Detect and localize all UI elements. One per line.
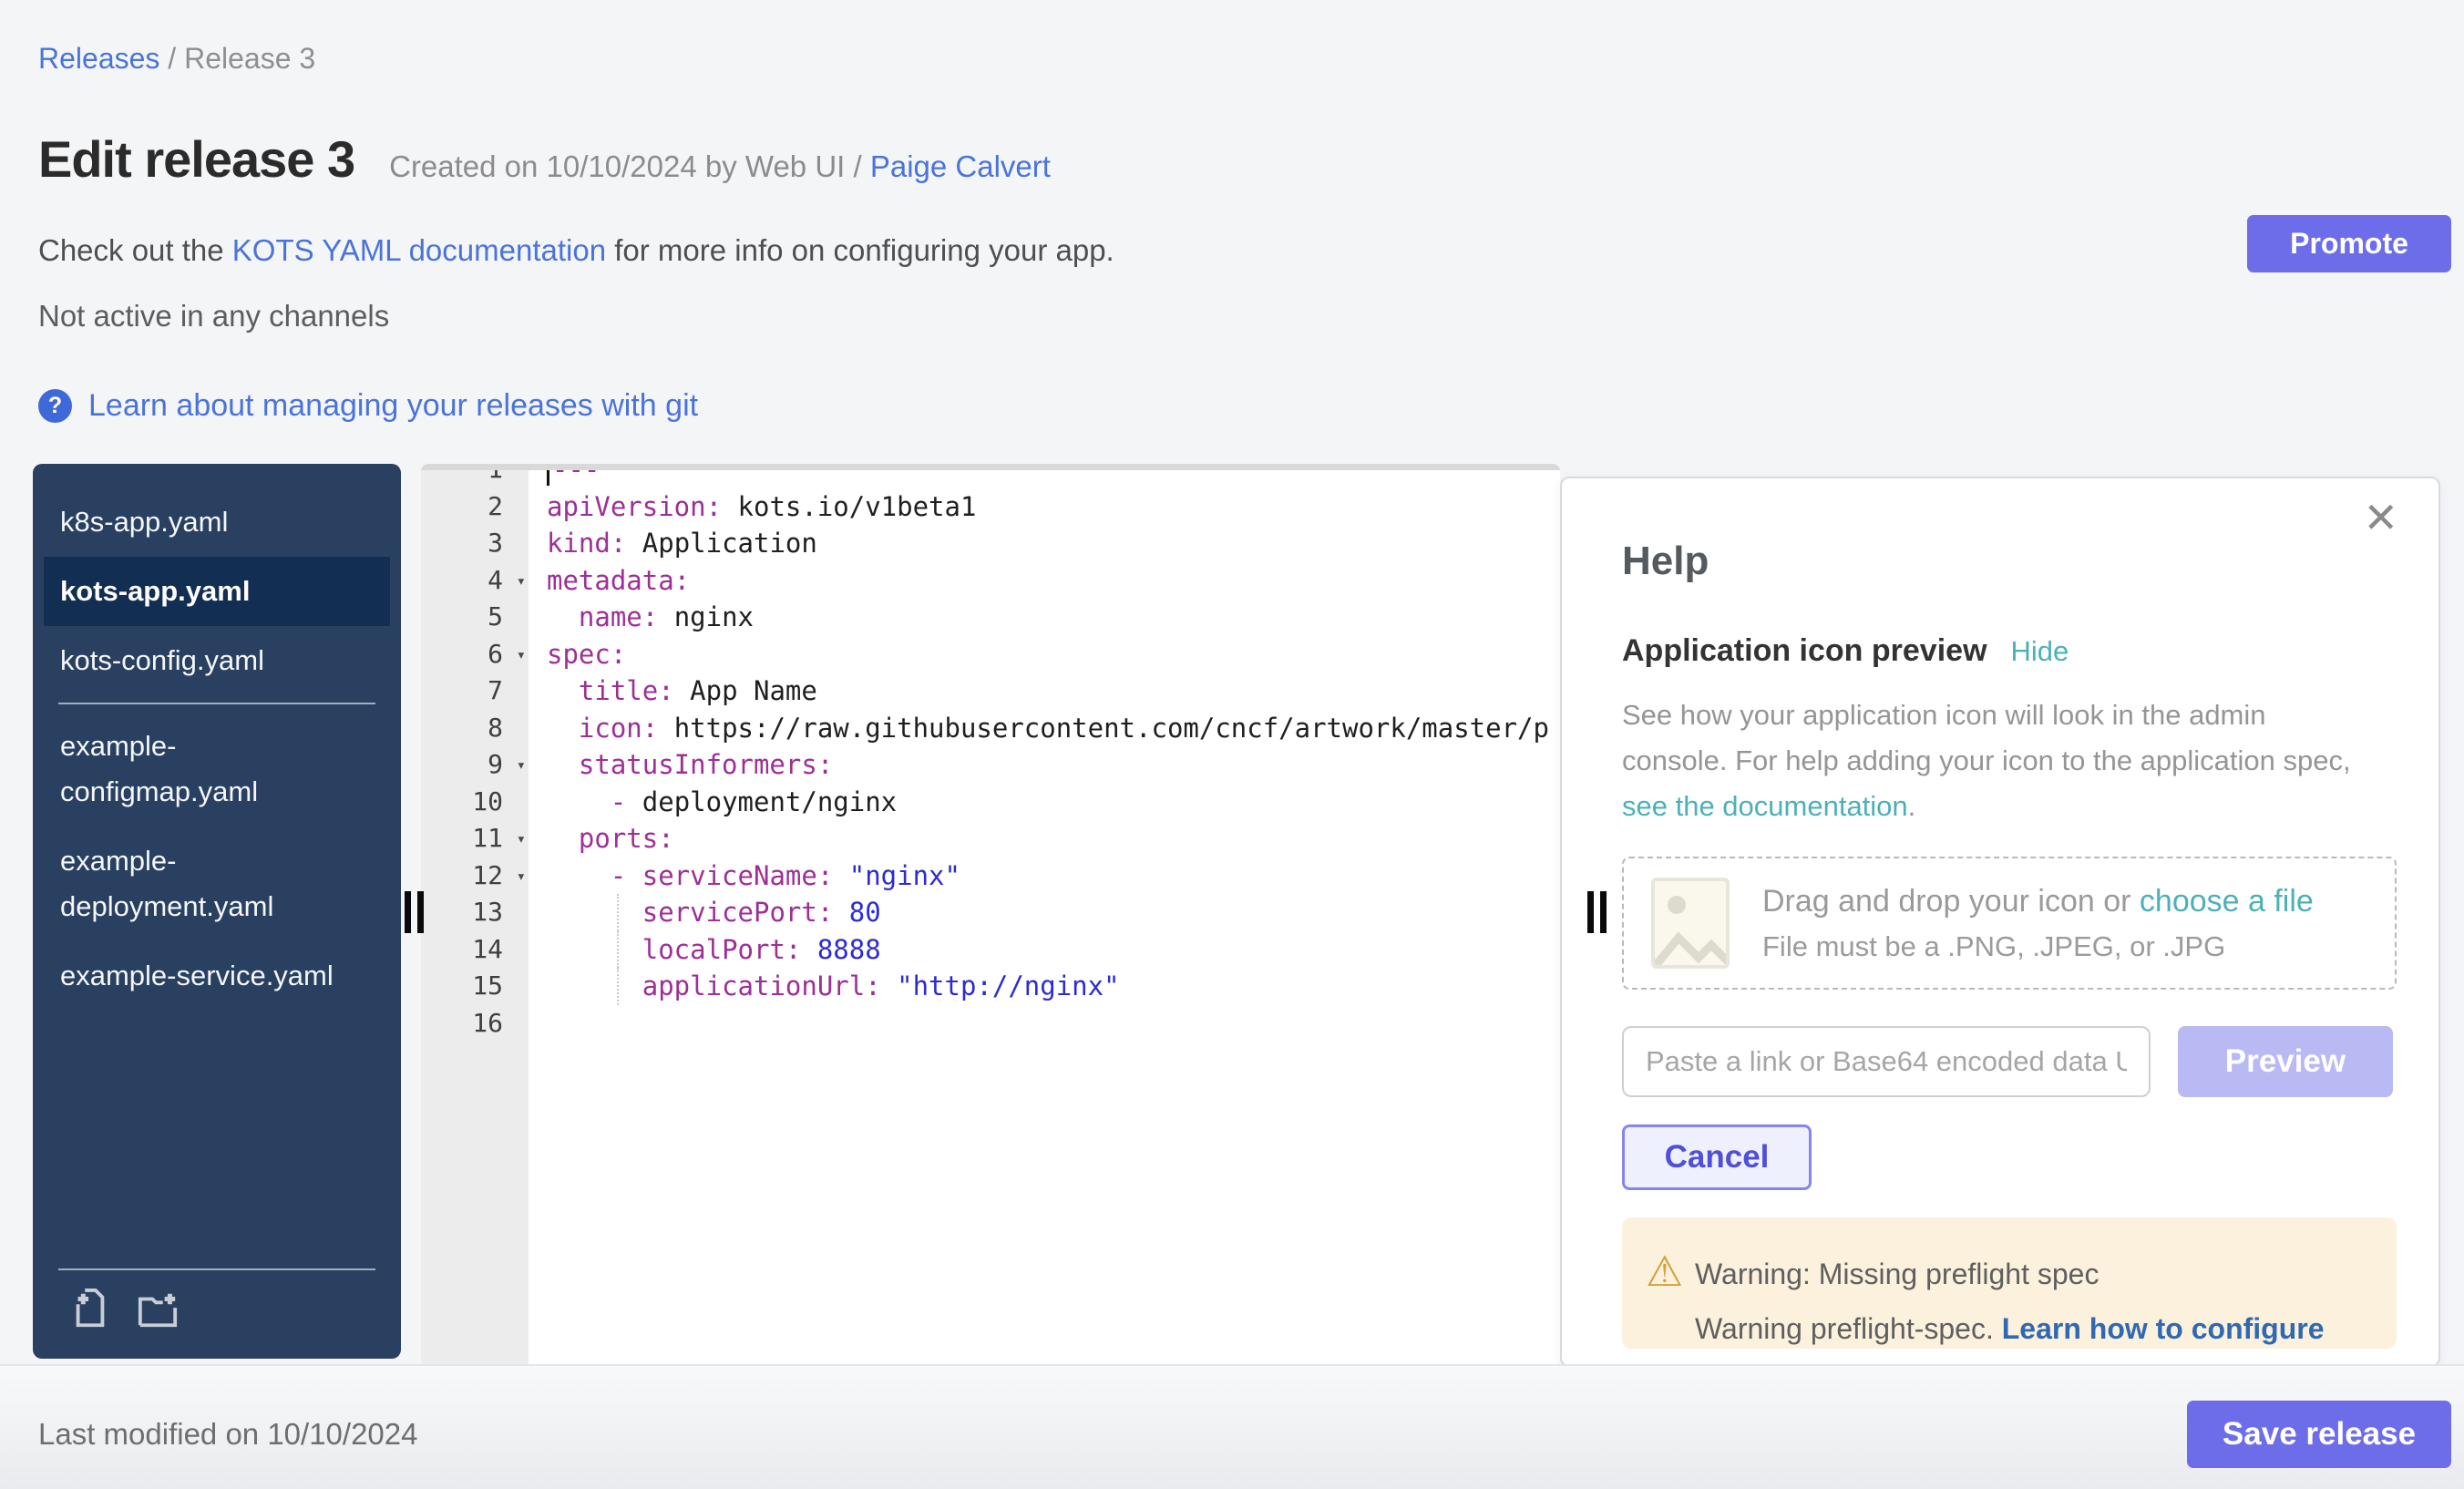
fold-arrow-icon[interactable]: ▾ [517,858,526,896]
code-line-3[interactable]: 3kind: Application [421,525,1560,562]
line-number: 8 [421,710,529,747]
fold-arrow-icon[interactable]: ▾ [517,821,526,858]
author-link[interactable]: Paige Calvert [870,149,1051,183]
breadcrumb-separator: / [159,42,184,75]
icon-dropzone[interactable]: Drag and drop your icon or choose a file… [1622,857,2397,990]
dropzone-instruction: Drag and drop your icon or choose a file [1762,884,2314,919]
warning-title: Warning: Missing preflight spec [1695,1258,2099,1291]
save-release-button[interactable]: Save release [2187,1401,2451,1468]
code-line-12[interactable]: 12▾ - serviceName: "nginx" [421,857,1560,895]
code-line-16[interactable]: 16 [421,1005,1560,1042]
code-line-9[interactable]: 9▾ statusInformers: [421,746,1560,784]
line-number: 11▾ [421,820,529,857]
hide-link[interactable]: Hide [2011,635,2069,668]
choose-file-link[interactable]: choose a file [2140,884,2314,919]
code-line-2[interactable]: 2apiVersion: kots.io/v1beta1 [421,488,1560,526]
line-number: 13 [421,894,529,931]
icon-url-input[interactable] [1622,1026,2151,1097]
created-meta: Created on 10/10/2024 by Web UI / Paige … [389,149,1051,184]
editor-top-strip [421,464,1560,470]
line-number: 12▾ [421,857,529,895]
add-file-icon[interactable] [69,1289,111,1335]
breadcrumb-current: Release 3 [184,42,315,75]
file-sidebar: k8s-app.yamlkots-app.yamlkots-config.yam… [33,464,401,1359]
channel-status: Not active in any channels [38,299,389,334]
code-line-8[interactable]: 8 icon: https://raw.githubusercontent.co… [421,710,1560,747]
release-editor-page: Releases / Release 3 Edit release 3 Crea… [0,0,2464,1489]
code-line-5[interactable]: 5 name: nginx [421,599,1560,636]
line-number: 3 [421,525,529,562]
warning-icon: ⚠ [1646,1250,1683,1292]
sidebar-resize-handle[interactable] [403,891,426,933]
code-line-6[interactable]: 6▾spec: [421,636,1560,673]
code-line-14[interactable]: 14 localPort: 8888 [421,931,1560,969]
line-number: 9▾ [421,746,529,784]
code-line-7[interactable]: 7 title: App Name [421,673,1560,710]
preflight-warning-box: ⚠ Warning: Missing preflight spec Warnin… [1622,1217,2397,1349]
doc-line: Check out the KOTS YAML documentation fo… [38,233,1114,268]
see-documentation-link[interactable]: see the documentation [1622,790,1908,822]
breadcrumb-releases-link[interactable]: Releases [38,42,159,75]
line-number: 2 [421,488,529,526]
help-panel: ✕ Help Application icon preview Hide See… [1560,477,2440,1367]
line-number: 4▾ [421,562,529,600]
icon-preview-section-title: Application icon preview [1622,633,1987,669]
code-line-4[interactable]: 4▾metadata: [421,562,1560,600]
promote-button[interactable]: Promote [2247,215,2451,272]
git-help-row: ? Learn about managing your releases wit… [38,388,698,424]
code-line-15[interactable]: 15 applicationUrl: "http://nginx" [421,968,1560,1005]
dropzone-filetypes: File must be a .PNG, .JPEG, or .JPG [1762,930,2314,963]
line-number: 6▾ [421,636,529,673]
code-line-13[interactable]: 13 servicePort: 80 [421,894,1560,931]
kots-yaml-doc-link[interactable]: KOTS YAML documentation [232,233,606,267]
image-placeholder-icon [1651,878,1730,969]
footer-bar: Last modified on 10/10/2024 Save release [0,1364,2464,1489]
cancel-button[interactable]: Cancel [1622,1124,1812,1190]
warning-detail: Warning preflight-spec. Learn how to con… [1695,1312,2325,1346]
code-line-10[interactable]: 10 - deployment/nginx [421,784,1560,821]
file-item-example-configmap.yaml[interactable]: example-configmap.yaml [44,712,390,827]
file-item-example-service.yaml[interactable]: example-service.yaml [44,941,390,1011]
file-item-k8s-app.yaml[interactable]: k8s-app.yaml [44,488,390,557]
line-number: 16 [421,1005,529,1042]
fold-arrow-icon[interactable]: ▾ [517,747,526,785]
last-modified-text: Last modified on 10/10/2024 [38,1417,417,1452]
fold-arrow-icon[interactable]: ▾ [517,637,526,674]
code-line-11[interactable]: 11▾ ports: [421,820,1560,857]
git-releases-link[interactable]: Learn about managing your releases with … [88,388,698,424]
yaml-editor[interactable]: 1---2apiVersion: kots.io/v1beta13kind: A… [421,464,1560,1367]
file-item-kots-config.yaml[interactable]: kots-config.yaml [44,626,390,695]
file-tree: k8s-app.yamlkots-app.yamlkots-config.yam… [33,464,401,1011]
file-tree-divider [58,703,375,704]
file-item-kots-app.yaml[interactable]: kots-app.yaml [44,557,390,626]
line-number: 15 [421,968,529,1005]
add-folder-icon[interactable] [137,1289,179,1335]
line-number: 10 [421,784,529,821]
help-panel-resize-handle[interactable] [1586,891,1609,933]
line-number: 14 [421,931,529,969]
preview-button[interactable]: Preview [2178,1026,2393,1097]
code-lines: 1---2apiVersion: kots.io/v1beta13kind: A… [421,464,1560,1042]
line-number: 7 [421,673,529,710]
question-icon: ? [38,389,72,423]
help-title: Help [1622,539,2393,584]
file-item-example-deployment.yaml[interactable]: example-deployment.yaml [44,827,390,941]
title-row: Edit release 3 Created on 10/10/2024 by … [38,129,1051,189]
page-title: Edit release 3 [38,129,354,189]
line-number: 5 [421,599,529,636]
fold-arrow-icon[interactable]: ▾ [517,563,526,601]
breadcrumb: Releases / Release 3 [38,42,315,76]
learn-configure-link[interactable]: Learn how to configure [2002,1312,2325,1345]
icon-preview-description: See how your application icon will look … [1622,693,2378,829]
file-tree-footer [33,1268,401,1359]
